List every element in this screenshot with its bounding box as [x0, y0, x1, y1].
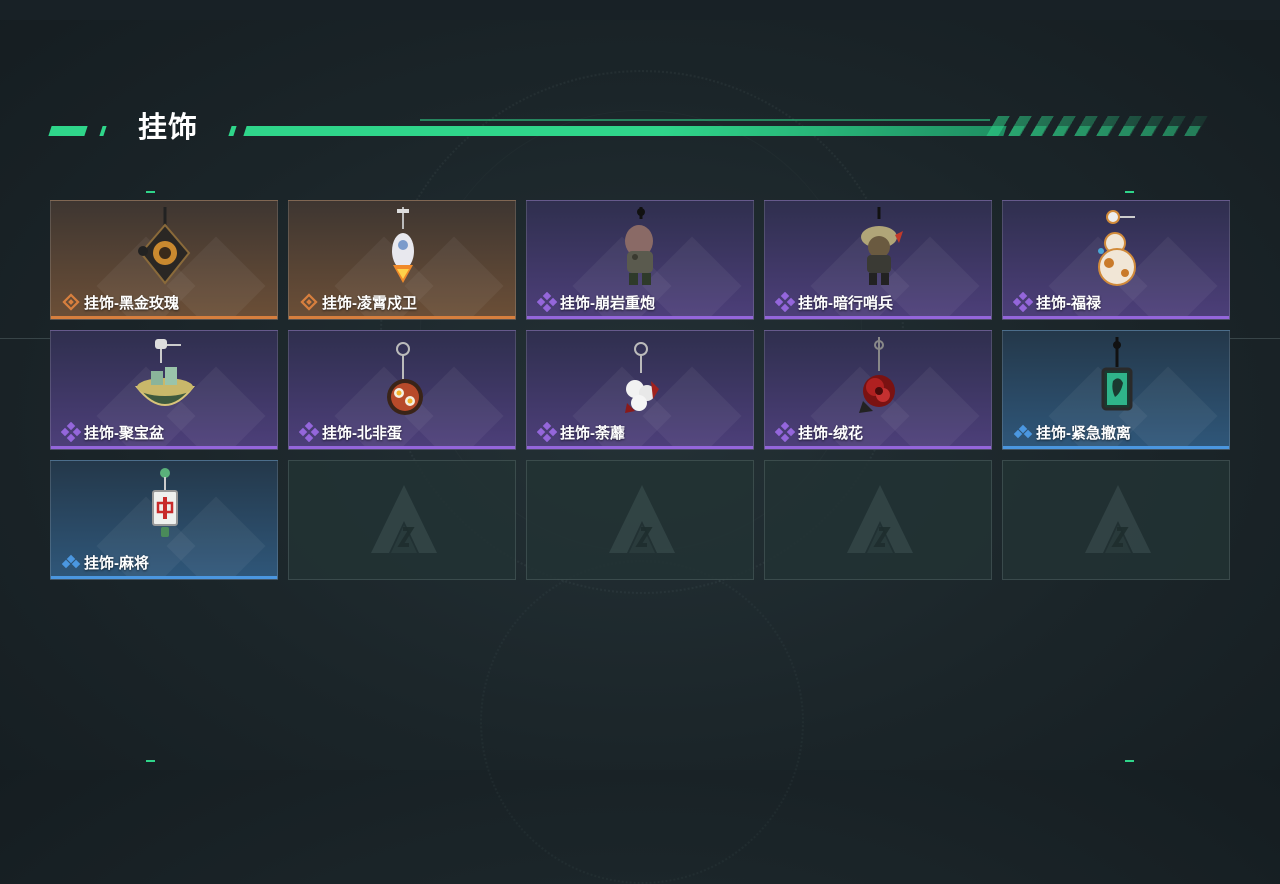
page-title: 挂饰: [138, 112, 199, 144]
header-main-bar: [243, 126, 1007, 136]
charm-label: 挂饰-崩岩重炮: [537, 292, 655, 312]
background-ring-lower: [480, 560, 804, 884]
charm-name: 挂饰-聚宝盆: [84, 424, 164, 442]
charm-card[interactable]: 挂饰-麻将: [50, 460, 278, 580]
rarity-underline: [527, 316, 753, 319]
shadow-sentry-charm-icon: [839, 207, 919, 293]
rarity-underline: [765, 316, 991, 319]
rarity-underline: [51, 576, 277, 579]
rarity-purple-icon: [775, 422, 795, 442]
rarity-purple-icon: [61, 422, 81, 442]
charm-name: 挂饰-北非蛋: [322, 424, 402, 442]
left-divider-line: [0, 338, 50, 339]
charm-name: 挂饰-麻将: [84, 554, 149, 572]
rarity-purple-icon: [537, 422, 557, 442]
empty-slot-logo-icon: [607, 483, 677, 559]
charm-name: 挂饰-暗行哨兵: [798, 294, 893, 312]
white-flower-charm-icon: [601, 337, 681, 423]
charm-card[interactable]: 挂饰-北非蛋: [288, 330, 516, 450]
rarity-underline: [51, 446, 277, 449]
header-accent-bar: [228, 126, 237, 136]
empty-slot[interactable]: [1002, 460, 1230, 580]
charm-label: 挂饰-绒花: [775, 422, 863, 442]
rarity-blue-icon: [1013, 424, 1033, 439]
charm-card[interactable]: 挂饰-黑金玫瑰: [50, 200, 278, 320]
rarity-underline: [1003, 316, 1229, 319]
corner-tick: [146, 760, 155, 762]
charm-name: 挂饰-黑金玫瑰: [84, 294, 179, 312]
velvet-flower-charm-icon: [839, 337, 919, 423]
empty-slot[interactable]: [288, 460, 516, 580]
charm-label: 挂饰-福禄: [1013, 292, 1101, 312]
corner-tick: [146, 191, 155, 193]
rarity-underline: [289, 446, 515, 449]
corner-tick: [1125, 191, 1134, 193]
empty-slot-logo-icon: [1083, 483, 1153, 559]
header-checker-pattern: [997, 126, 1203, 136]
empty-slot-logo-icon: [845, 483, 915, 559]
empty-slot-logo-icon: [369, 483, 439, 559]
charm-name: 挂饰-福禄: [1036, 294, 1101, 312]
header-accent-bar: [99, 126, 107, 136]
gourd-charm-icon: [1077, 207, 1157, 293]
rarity-underline: [51, 316, 277, 319]
charm-card[interactable]: 挂饰-福禄: [1002, 200, 1230, 320]
charm-card[interactable]: 挂饰-紧急撤离: [1002, 330, 1230, 450]
rocket-guard-charm-icon: [363, 207, 443, 293]
treasure-bowl-charm-icon: [125, 337, 205, 423]
rarity-purple-icon: [1013, 292, 1033, 312]
charm-name: 挂饰-荼蘼: [560, 424, 625, 442]
charm-label: 挂饰-北非蛋: [299, 422, 402, 442]
charm-card[interactable]: 挂饰-暗行哨兵: [764, 200, 992, 320]
top-bar: [0, 0, 1280, 20]
header-thin-line: [420, 119, 990, 121]
empty-slot[interactable]: [526, 460, 754, 580]
rarity-orange-icon: [62, 293, 80, 311]
charm-card[interactable]: 挂饰-绒花: [764, 330, 992, 450]
shakshuka-charm-icon: [363, 337, 443, 423]
rarity-purple-icon: [299, 422, 319, 442]
emergency-evac-charm-icon: [1077, 337, 1157, 423]
charm-card[interactable]: 挂饰-凌霄戍卫: [288, 200, 516, 320]
rarity-purple-icon: [775, 292, 795, 312]
rarity-underline: [289, 316, 515, 319]
charm-label: 挂饰-暗行哨兵: [775, 292, 893, 312]
charm-label: 挂饰-麻将: [61, 552, 149, 572]
charm-name: 挂饰-绒花: [798, 424, 863, 442]
mahjong-charm-icon: [125, 467, 205, 553]
rarity-blue-icon: [61, 554, 81, 569]
charm-label: 挂饰-黑金玫瑰: [61, 292, 179, 312]
charm-name: 挂饰-紧急撤离: [1036, 424, 1131, 442]
corner-tick: [1125, 760, 1134, 762]
heavy-cannon-charm-icon: [601, 207, 681, 293]
charm-card[interactable]: 挂饰-荼蘼: [526, 330, 754, 450]
charm-label: 挂饰-紧急撤离: [1013, 422, 1131, 442]
rarity-underline: [527, 446, 753, 449]
rarity-orange-icon: [300, 293, 318, 311]
charm-name: 挂饰-凌霄戍卫: [322, 294, 417, 312]
charm-card[interactable]: 挂饰-崩岩重炮: [526, 200, 754, 320]
right-divider-line: [1230, 338, 1280, 339]
charm-grid: 挂饰-黑金玫瑰 挂饰-凌霄戍卫 挂饰-崩岩重炮 挂饰-暗行哨兵 挂饰-福禄 挂饰-聚宝盆挂…: [50, 200, 1230, 580]
charm-label: 挂饰-凌霄戍卫: [299, 292, 417, 312]
empty-slot[interactable]: [764, 460, 992, 580]
charm-label: 挂饰-聚宝盆: [61, 422, 164, 442]
black-gold-rose-charm-icon: [125, 207, 205, 293]
charm-name: 挂饰-崩岩重炮: [560, 294, 655, 312]
charm-card[interactable]: 挂饰-聚宝盆: [50, 330, 278, 450]
rarity-underline: [765, 446, 991, 449]
header-accent-bar: [48, 126, 88, 136]
rarity-purple-icon: [537, 292, 557, 312]
charm-label: 挂饰-荼蘼: [537, 422, 625, 442]
rarity-underline: [1003, 446, 1229, 449]
